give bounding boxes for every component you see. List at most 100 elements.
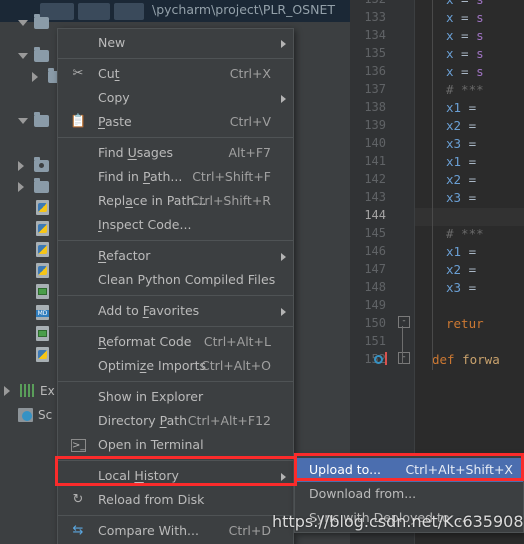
menu-item-label: Copy — [98, 90, 130, 105]
menu-item-label: Refactor — [98, 248, 151, 263]
triangle-right-icon[interactable] — [4, 386, 10, 396]
triangle-right-icon[interactable] — [18, 182, 24, 192]
menu-item-label: Inspect Code... — [98, 217, 192, 232]
menu-item-paste[interactable]: 📋 Paste Ctrl+V — [58, 110, 293, 134]
override-arrow-icon — [385, 352, 387, 365]
submenu-item-upload-to[interactable]: Upload to... Ctrl+Alt+Shift+X — [295, 458, 523, 482]
fold-marker[interactable]: - — [398, 352, 410, 364]
menu-item-new[interactable]: New — [58, 31, 293, 55]
ide-window: \pycharm\project\PLR_OSNET Ex Sc 132 133 13… — [0, 0, 524, 544]
line-number: 145 — [364, 226, 386, 240]
python-file-icon — [36, 242, 49, 257]
line-number: 150 — [364, 316, 386, 330]
menu-item-show-in-explorer[interactable]: Show in Explorer — [58, 385, 293, 409]
folder-icon — [34, 47, 49, 62]
menu-separator — [58, 326, 293, 327]
line-number: 139 — [364, 118, 386, 132]
scissors-icon: ✂ — [72, 66, 84, 81]
line-number: 149 — [364, 298, 386, 312]
python-file-icon — [36, 263, 49, 278]
menu-item-refactor[interactable]: Refactor — [58, 244, 293, 268]
line-number: 144 — [364, 208, 386, 222]
menu-item-shortcut: Ctrl+D — [228, 523, 271, 538]
submenu-item-shortcut: Ctrl+Alt+Shift+X — [405, 462, 513, 477]
menu-separator — [58, 137, 293, 138]
triangle-down-icon[interactable] — [18, 53, 28, 59]
menu-item-label: Optimize Imports — [98, 358, 207, 373]
menu-item-find-usages[interactable]: Find Usages Alt+F7 — [58, 141, 293, 165]
context-menu[interactable]: New ✂ Cut Ctrl+X Copy 📋 Paste Ctrl+V Find Usages… — [57, 28, 294, 544]
menu-item-label: Open in Terminal — [98, 437, 204, 452]
submenu-item-download-from[interactable]: Download from... — [295, 482, 523, 506]
code-line: x2 = — [446, 118, 477, 133]
menu-item-directory-path[interactable]: Directory Path Ctrl+Alt+F12 — [58, 409, 293, 433]
menu-item-add-to-favorites[interactable]: Add to Favorites — [58, 299, 293, 323]
menu-item-replace-in-path[interactable]: Replace in Path... Ctrl+Shift+R — [58, 189, 293, 213]
folder-icon — [34, 178, 49, 193]
code-line: x = s — [446, 10, 484, 25]
menu-item-inspect-code[interactable]: Inspect Code... — [58, 213, 293, 237]
chevron-right-icon — [281, 473, 286, 481]
triangle-down-icon[interactable] — [18, 20, 28, 26]
code-line: retur — [446, 316, 484, 331]
code-line: x2 = — [446, 262, 477, 277]
submenu-item-label: Upload to... — [309, 462, 382, 477]
menu-item-open-in-terminal[interactable]: >_ Open in Terminal — [58, 433, 293, 457]
menu-item-label: Clean Python Compiled Files — [98, 272, 276, 287]
python-file-icon — [36, 200, 49, 215]
compare-icon: ⇆ — [72, 523, 84, 538]
external-libraries-icon — [20, 384, 36, 397]
menu-item-label: Find in Path... — [98, 169, 183, 184]
menu-item-shortcut: Ctrl+V — [229, 114, 271, 129]
menu-item-label: Add to Favorites — [98, 303, 200, 318]
markdown-file-icon — [36, 305, 49, 320]
line-number: 133 — [364, 10, 386, 24]
source-folder-icon — [34, 157, 49, 172]
menu-item-optimize-imports[interactable]: Optimize Imports Ctrl+Alt+O — [58, 354, 293, 378]
menu-item-compare-with[interactable]: ⇆ Compare With... Ctrl+D — [58, 519, 293, 543]
menu-item-copy[interactable]: Copy — [58, 86, 293, 110]
code-line: def forwa — [432, 352, 500, 367]
chevron-right-icon — [281, 308, 286, 316]
override-method-icon[interactable] — [374, 355, 383, 364]
line-number: 148 — [364, 280, 386, 294]
menu-item-label: Directory Path — [98, 413, 188, 428]
indent-guide — [432, 0, 433, 370]
menu-item-label: Find Usages — [98, 145, 174, 160]
submenu-item-label: Download from... — [309, 486, 417, 501]
menu-separator — [58, 460, 293, 461]
chevron-right-icon — [281, 40, 286, 48]
python-file-icon — [36, 221, 49, 236]
scratches-icon — [18, 408, 33, 422]
triangle-right-icon[interactable] — [32, 72, 38, 82]
code-line: # *** — [446, 82, 484, 97]
menu-item-find-in-path[interactable]: Find in Path... Ctrl+Shift+F — [58, 165, 293, 189]
menu-item-label: Reload from Disk — [98, 492, 205, 507]
line-number: 141 — [364, 154, 386, 168]
refresh-icon: ↻ — [72, 492, 84, 507]
python-file-icon — [36, 347, 49, 362]
triangle-right-icon[interactable] — [18, 161, 24, 171]
fold-marker[interactable]: - — [398, 316, 410, 328]
triangle-down-icon[interactable] — [18, 118, 28, 124]
menu-separator — [58, 58, 293, 59]
menu-item-local-history[interactable]: Local History — [58, 464, 293, 488]
tree-row-label: Sc — [38, 408, 53, 422]
code-line: x3 = — [446, 190, 477, 205]
image-file-icon — [36, 284, 49, 299]
menu-item-clean-python-compiled-files[interactable]: Clean Python Compiled Files — [58, 268, 293, 292]
chevron-right-icon — [281, 95, 286, 103]
menu-item-label: Paste — [98, 114, 132, 129]
menu-item-shortcut: Ctrl+Alt+O — [201, 358, 271, 373]
menu-item-cut[interactable]: ✂ Cut Ctrl+X — [58, 62, 293, 86]
menu-item-label: Show in Explorer — [98, 389, 204, 404]
terminal-icon: >_ — [71, 439, 86, 452]
folder-icon — [34, 14, 49, 29]
menu-item-reload-from-disk[interactable]: ↻ Reload from Disk — [58, 488, 293, 512]
line-number: 143 — [364, 190, 386, 204]
line-number: 140 — [364, 136, 386, 150]
code-line: x = s — [446, 46, 484, 61]
code-line: x1 = — [446, 100, 477, 115]
menu-item-reformat-code[interactable]: Reformat Code Ctrl+Alt+L — [58, 330, 293, 354]
menu-item-label: Local History — [98, 468, 179, 483]
